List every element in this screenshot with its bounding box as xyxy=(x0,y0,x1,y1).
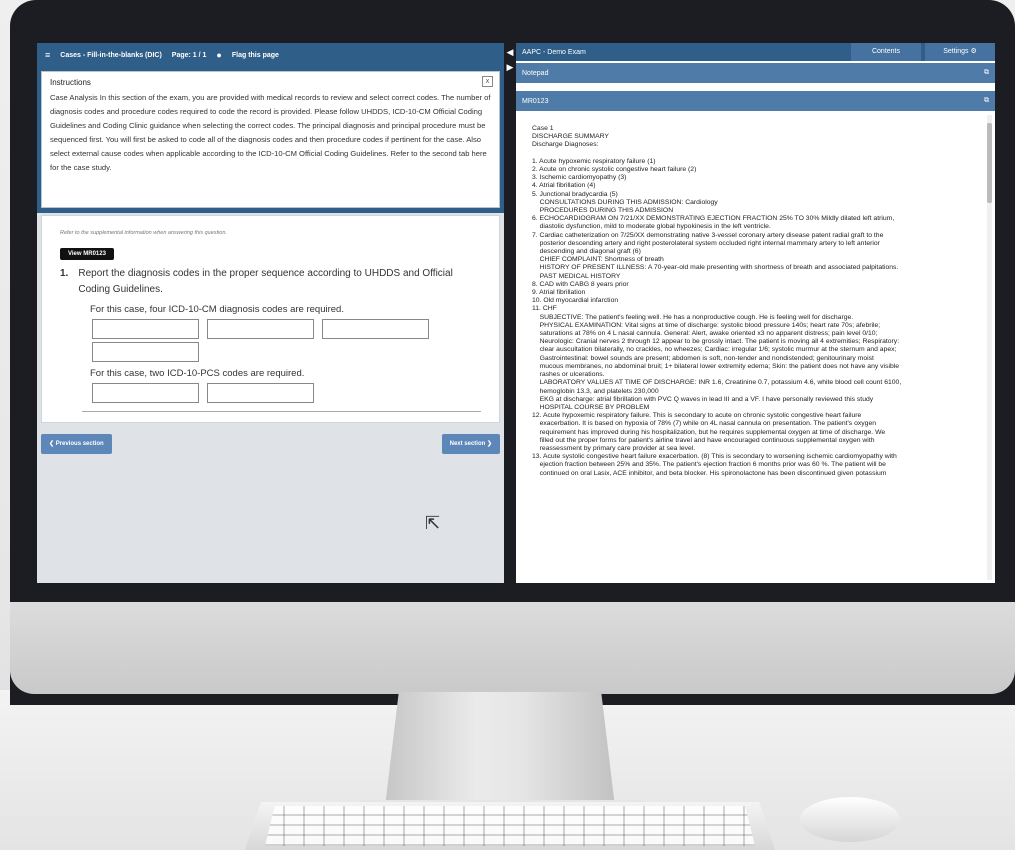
reference-pane: AAPC - Demo Exam Contents Settings ⚙ Not… xyxy=(516,43,995,583)
exam-header: AAPC - Demo Exam Contents Settings ⚙ xyxy=(516,43,995,61)
record-tab-bar[interactable]: MR0123 ⧉ xyxy=(516,91,995,111)
diagnosis-code-input-1[interactable] xyxy=(92,319,199,339)
expand-icon[interactable]: ⧉ xyxy=(984,69,989,77)
settings-tab[interactable]: Settings ⚙ xyxy=(925,43,995,61)
mouse-cursor-icon: ⇱ xyxy=(425,513,441,533)
question-number: 1. xyxy=(60,268,69,279)
diagnosis-code-input-3[interactable] xyxy=(322,319,429,339)
view-record-button[interactable]: View MR0123 xyxy=(60,248,114,260)
monitor-stand xyxy=(385,692,615,807)
procedure-code-input-2[interactable] xyxy=(207,383,314,403)
procedure-requirement: For this case, two ICD-10-PCS codes are … xyxy=(90,368,305,379)
instructions-panel: Instructions x Case Analysis In this sec… xyxy=(41,71,500,208)
diagnosis-code-inputs xyxy=(92,319,437,362)
record-tab-label: MR0123 xyxy=(522,97,549,105)
divider xyxy=(82,411,481,412)
question-card: Refer to the supplemental information wh… xyxy=(41,215,500,423)
hamburger-icon[interactable]: ≡ xyxy=(45,50,50,60)
instructions-text: Case Analysis In this section of the exa… xyxy=(50,93,491,172)
medical-record-text: Case 1 DISCHARGE SUMMARY Discharge Diagn… xyxy=(532,125,902,477)
monitor-chin xyxy=(10,602,1015,694)
question-row: 1. Report the diagnosis codes in the pro… xyxy=(60,266,481,298)
diagnosis-requirement: For this case, four ICD-10-CM diagnosis … xyxy=(90,304,344,315)
notepad-bar[interactable]: Notepad ⧉ xyxy=(516,63,995,83)
left-header-area: ≡ Cases - Fill-in-the-blanks (DIC) Page:… xyxy=(37,43,504,213)
procedure-code-inputs xyxy=(92,383,437,403)
instructions-title: Instructions xyxy=(50,78,91,87)
mouse-device xyxy=(800,797,900,842)
expand-right-icon[interactable]: ▶ xyxy=(504,62,516,73)
notepad-label: Notepad xyxy=(522,69,549,77)
collapse-left-icon[interactable]: ◀ xyxy=(504,47,516,58)
question-text: Report the diagnosis codes in the proper… xyxy=(78,268,453,295)
flag-page-button[interactable]: Flag this page xyxy=(232,52,279,59)
page-indicator: Page: 1 / 1 xyxy=(171,51,207,59)
section-title: Cases - Fill-in-the-blanks (DIC) xyxy=(60,51,162,59)
scrollbar-thumb[interactable] xyxy=(987,123,992,203)
keyboard-keys xyxy=(265,806,755,846)
next-section-button[interactable]: Next section ❯ xyxy=(441,434,500,454)
reference-note: Refer to the supplemental information wh… xyxy=(60,230,227,236)
diagnosis-code-input-2[interactable] xyxy=(207,319,314,339)
expand-icon[interactable]: ⧉ xyxy=(984,97,989,105)
pane-toggle-column: ◀ ▶ xyxy=(504,43,516,583)
close-icon[interactable]: x xyxy=(482,76,493,87)
document-scrollbar[interactable] xyxy=(987,115,992,580)
flag-icon[interactable]: ● xyxy=(216,50,221,60)
previous-section-button[interactable]: ❮ Previous section xyxy=(41,434,112,454)
question-toolbar: ≡ Cases - Fill-in-the-blanks (DIC) Page:… xyxy=(37,43,504,67)
question-pane: ≡ Cases - Fill-in-the-blanks (DIC) Page:… xyxy=(37,43,504,583)
procedure-code-input-1[interactable] xyxy=(92,383,199,403)
screen: ≡ Cases - Fill-in-the-blanks (DIC) Page:… xyxy=(37,43,995,583)
contents-tab[interactable]: Contents xyxy=(851,43,921,61)
exam-title: AAPC - Demo Exam xyxy=(522,48,586,56)
diagnosis-code-input-4[interactable] xyxy=(92,342,199,362)
